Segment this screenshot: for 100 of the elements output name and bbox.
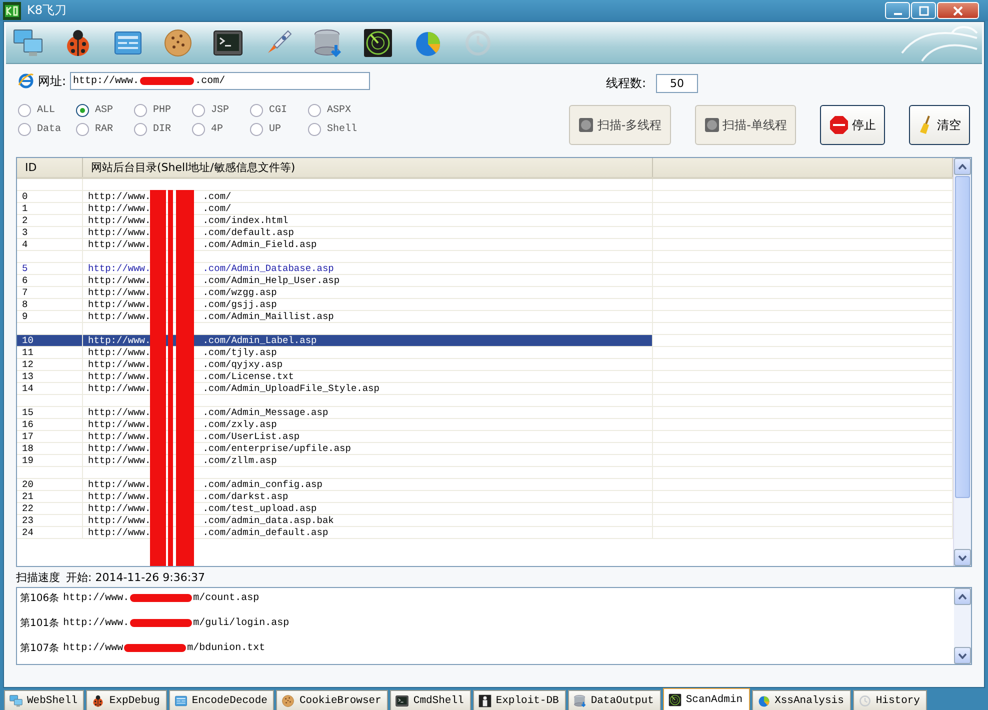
url-text: .com/Admin_Database.asp [202,263,334,274]
clear-button[interactable]: 清空 [909,105,970,145]
url-text: http://www. [88,335,151,346]
id-cell: 13 [22,371,34,382]
id-cell: 11 [22,347,34,358]
id-cell: 10 [22,335,34,346]
filter-radio[interactable]: ALL [18,104,76,117]
url-text: http://www. [88,383,151,394]
url-text: .com/admin_data.asp.bak [202,515,334,526]
url-text: .com/Admin_Label.asp [202,335,317,346]
redaction-mark [130,594,192,602]
module-tab[interactable]: DataOutput [568,690,661,710]
filter-radio[interactable]: RAR [76,123,134,136]
scroll-down-button[interactable] [954,647,971,664]
url-text: .com/Admin_UploadFile_Style.asp [202,383,380,394]
filter-radio[interactable]: ASPX [308,104,366,117]
url-text: http://www. [88,263,151,274]
url-text: http://www. [88,443,151,454]
module-tab[interactable]: CookieBrowser [276,690,388,710]
filter-radio[interactable]: Data [18,123,76,136]
thread-count-label: 线程数: [606,75,646,92]
filter-radio[interactable]: PHP [134,104,192,117]
disc-icon [578,117,594,133]
minimize-button[interactable] [885,2,910,19]
filter-radio[interactable]: Shell [308,123,366,136]
url-text: .com/index.html [202,215,288,226]
scrollbar[interactable] [953,158,971,566]
id-cell: 20 [22,479,34,490]
monitors-icon [12,27,44,59]
entry-number: 第101条 [20,617,60,630]
window-title: K8飞刀 [27,2,67,19]
filter-radio[interactable]: CGI [250,104,308,117]
module-tab[interactable]: ScanAdmin [662,688,750,710]
module-tab[interactable]: WebShell [4,690,84,710]
url-text: http://www [63,642,124,654]
url-text: http://www. [88,407,151,418]
radar-icon [362,27,394,59]
id-cell: 2 [22,215,28,226]
module-tab[interactable]: History [852,690,927,710]
id-cell: 18 [22,443,34,454]
id-cell: 3 [22,227,28,238]
scrollbar[interactable] [954,588,971,664]
filter-radio[interactable]: UP [250,123,308,136]
id-cell: 7 [22,287,28,298]
module-tab[interactable]: CmdShell [390,690,471,710]
radar-icon [668,692,682,706]
filter-radio[interactable]: ASP [76,104,134,117]
url-text: .com/zllm.asp [202,455,277,466]
speed-label: 扫描速度 [16,570,60,584]
url-text: http://www. [88,191,151,202]
thread-count-field[interactable]: 50 [656,74,698,93]
id-cell: 15 [22,407,34,418]
filter-radio[interactable]: JSP [192,104,250,117]
url-text: http://www. [88,455,151,466]
scroll-thumb[interactable] [955,176,970,498]
entry-number: 第106条 [20,592,60,605]
url-text: http://www. [88,299,151,310]
id-cell: 8 [22,299,28,310]
url-text: http://www. [88,371,151,382]
id-cell: 17 [22,431,34,442]
url-text: .com/admin_config.asp [202,479,322,490]
panel-icon [174,694,188,708]
url-field[interactable]: http://www. .com/ [70,72,370,90]
url-text: .com/darkst.asp [202,491,288,502]
column-header[interactable]: ID [17,158,83,177]
id-cell: 22 [22,503,34,514]
filter-radio[interactable]: DIR [134,123,192,136]
id-cell: 14 [22,383,34,394]
id-cell: 19 [22,455,34,466]
disc-icon [704,117,720,133]
module-tab[interactable]: ExpDebug [86,690,167,710]
url-text: m/bdunion.txt [187,642,266,654]
id-cell: 23 [22,515,34,526]
cookie-icon [281,694,296,708]
url-text: .com/admin_default.asp [202,527,328,538]
url-text: .com/qyjxy.asp [202,359,283,370]
scroll-down-button[interactable] [954,549,971,566]
module-tab[interactable]: Exploit-DB [472,690,566,710]
monitors-icon [9,694,23,708]
scroll-up-button[interactable] [954,588,971,605]
column-header[interactable]: 网站后台目录(Shell地址/敏感信息文件等) [83,158,653,177]
module-tab[interactable]: EncodeDecode [168,690,274,710]
url-text: .com/wzgg.asp [202,287,277,298]
cookie-icon [162,27,194,59]
url-text: .com/gsjj.asp [202,299,277,310]
maximize-button[interactable] [911,2,936,19]
url-text: .com/enterprise/upfile.asp [202,443,351,454]
close-button[interactable] [937,2,979,19]
url-text: http://www. [88,419,151,430]
redaction-mark [140,77,194,85]
scroll-up-button[interactable] [954,158,971,175]
url-text: http://www. [88,287,151,298]
module-tab[interactable]: XssAnalysis [752,690,851,710]
url-text: .com/Admin_Help_User.asp [202,275,340,286]
filter-radio[interactable]: 4P [192,123,250,136]
id-cell: 1 [22,203,28,214]
id-cell: 0 [22,191,28,202]
url-text: http://www. [88,275,151,286]
id-cell: 21 [22,491,34,502]
stop-button[interactable]: 停止 [820,105,885,145]
